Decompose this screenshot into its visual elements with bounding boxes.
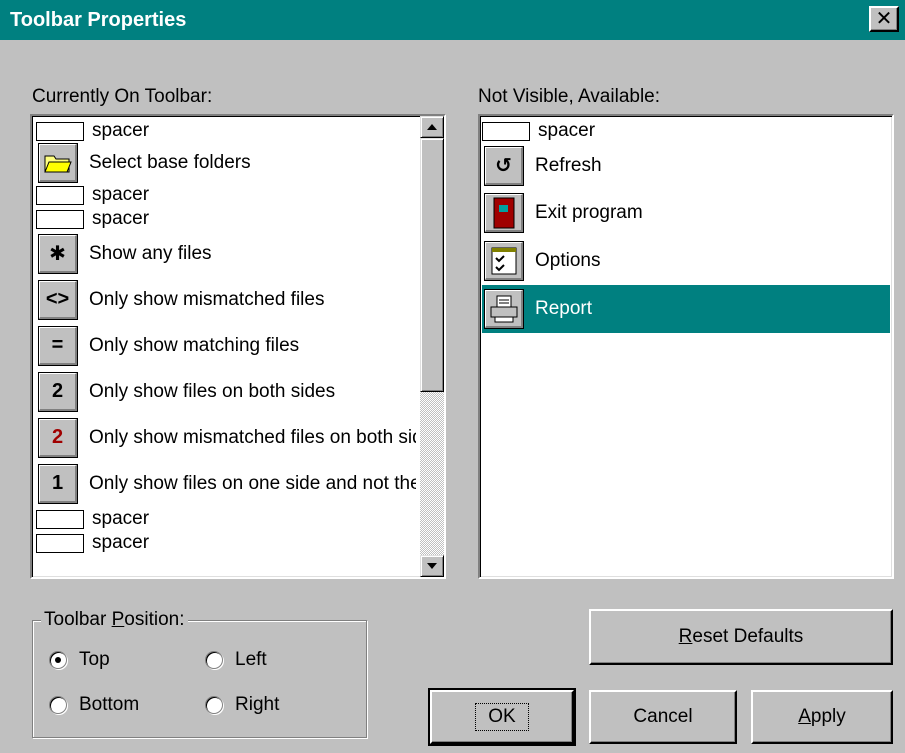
equals-icon: = [38,326,78,366]
refresh-icon: ↺ [484,146,524,186]
available-item-label: Exit program [535,202,643,223]
current-toolbar-item-label: Only show files on both sides [89,381,336,402]
current-toolbar-item-label: spacer [92,208,150,229]
available-item-label: spacer [538,120,596,141]
current-toolbar-item[interactable]: 1 Only show files on one side and not the… [36,461,416,507]
spacer-icon [36,509,84,529]
available-item[interactable]: Report [482,285,890,333]
mismatch-icon: <> [38,280,78,320]
available-item[interactable]: Exit program [482,189,890,237]
available-item-label: Report [535,298,593,319]
available-item[interactable]: spacer [482,119,890,143]
apply-button[interactable]: Apply [751,690,893,744]
spacer-icon [36,185,84,205]
current-toolbar-item-label: Show any files [89,243,212,264]
spacer-icon [36,209,84,229]
scroll-down-button[interactable] [420,555,444,577]
available-list[interactable]: spacer ↺ Refresh Exit program Options Report [478,114,894,579]
exit-door-icon [484,193,524,233]
current-toolbar-item[interactable]: ✱ Show any files [36,231,416,277]
window-title: Toolbar Properties [10,8,187,31]
toolbar-position-group: Toolbar Position: Top Left Bottom Right [32,609,367,738]
available-label: Not Visible, Available: [478,86,661,107]
available-item-label: Options [535,250,601,271]
radio-bottom-indicator [49,696,67,714]
current-toolbar-item-label: Only show mismatched files on both sides [89,427,416,448]
current-toolbar-item[interactable]: spacer [36,183,416,207]
current-toolbar-item[interactable]: = Only show matching files [36,323,416,369]
available-item[interactable]: Options [482,237,890,285]
scroll-up-arrow-icon [427,124,437,130]
current-toolbar-item-label: Select base folders [89,152,251,173]
current-toolbar-scrollbar[interactable] [420,116,444,577]
current-toolbar-item[interactable]: <> Only show mismatched files [36,277,416,323]
current-toolbar-item[interactable]: 2 Only show files on both sides [36,369,416,415]
radio-top-indicator [49,651,67,669]
current-toolbar-list[interactable]: spacer Select base folders spacer spacer ✱ Sh… [30,114,446,579]
reset-defaults-button[interactable]: Reset Defaults [589,609,893,665]
one-icon: 1 [38,464,78,504]
scroll-down-arrow-icon [427,563,437,569]
printer-icon [484,289,524,329]
close-button[interactable]: ✕ [869,6,899,32]
two-icon: 2 [38,372,78,412]
title-bar: Toolbar Properties ✕ [0,0,905,40]
radio-right-indicator [205,696,223,714]
current-toolbar-label: Currently On Toolbar: [32,86,213,107]
spacer-icon [36,121,84,141]
available-item[interactable]: ↺ Refresh [482,143,890,189]
current-toolbar-item[interactable]: spacer [36,119,416,143]
current-toolbar-item[interactable]: spacer [36,531,416,555]
two-red-icon: 2 [38,418,78,458]
current-toolbar-item-label: Only show files on one side and not the … [89,473,416,494]
current-toolbar-item-label: spacer [92,184,150,205]
toolbar-position-legend: Toolbar Position: [41,609,188,631]
current-toolbar-item-label: spacer [92,120,150,141]
current-toolbar-item[interactable]: spacer [36,207,416,231]
scroll-thumb[interactable] [420,138,444,392]
radio-bottom[interactable]: Bottom [49,694,139,716]
options-icon [484,241,524,281]
folder-icon [38,143,78,183]
cancel-button[interactable]: Cancel [589,690,737,744]
current-toolbar-item[interactable]: Select base folders [36,143,416,183]
radio-top[interactable]: Top [49,649,110,671]
radio-left[interactable]: Left [205,649,267,671]
spacer-icon [36,533,84,553]
current-toolbar-item-label: spacer [92,532,150,553]
current-toolbar-item-label: Only show mismatched files [89,289,325,310]
scroll-up-button[interactable] [420,116,444,138]
current-toolbar-item-label: Only show matching files [89,335,300,356]
available-item-label: Refresh [535,155,602,176]
ok-button[interactable]: OK [428,688,576,746]
current-toolbar-item[interactable]: spacer [36,507,416,531]
radio-left-indicator [205,651,223,669]
current-toolbar-item[interactable]: 2 Only show mismatched files on both side… [36,415,416,461]
close-icon: ✕ [875,8,893,30]
spacer-icon [482,121,530,141]
asterisk-icon: ✱ [38,234,78,274]
current-toolbar-item-label: spacer [92,508,150,529]
radio-right[interactable]: Right [205,694,279,716]
